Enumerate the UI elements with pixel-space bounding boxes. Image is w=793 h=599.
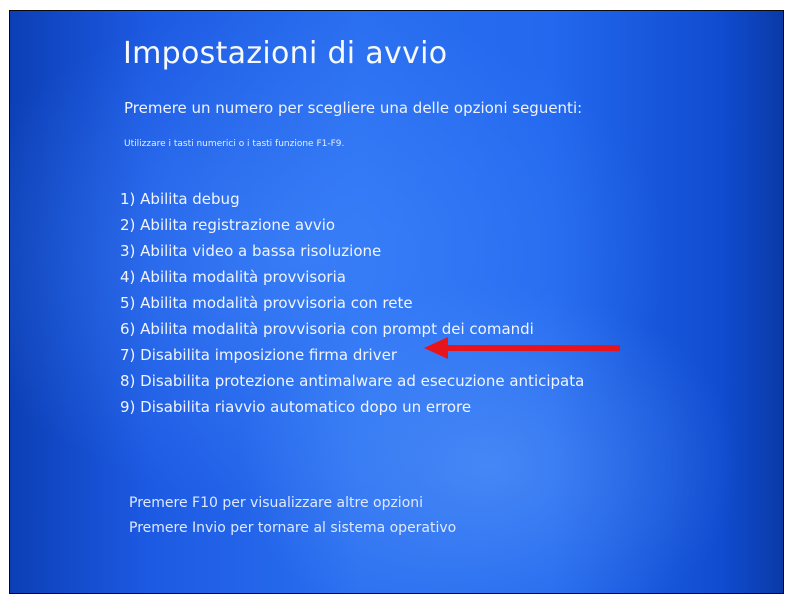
footer-instructions: Premere F10 per visualizzare altre opzio…: [129, 491, 456, 541]
instruction-text: Premere un numero per scegliere una dell…: [124, 99, 583, 117]
option-enable-safe-mode[interactable]: 4) Abilita modalità provvisoria: [120, 264, 584, 290]
option-enable-boot-logging[interactable]: 2) Abilita registrazione avvio: [120, 212, 584, 238]
arrow-shaft: [446, 345, 620, 351]
option-disable-early-launch-antimalware[interactable]: 8) Disabilita protezione antimalware ad …: [120, 368, 584, 394]
arrow-head: [424, 337, 448, 359]
option-enable-safe-mode-networking[interactable]: 5) Abilita modalità provvisoria con rete: [120, 290, 584, 316]
startup-settings-screen: Impostazioni di avvio Premere un numero …: [9, 10, 784, 594]
option-disable-auto-restart[interactable]: 9) Disabilita riavvio automatico dopo un…: [120, 394, 584, 420]
option-enable-debugging[interactable]: 1) Abilita debug: [120, 186, 584, 212]
option-enable-low-resolution-video[interactable]: 3) Abilita video a bassa risoluzione: [120, 238, 584, 264]
startup-options-list: 1) Abilita debug 2) Abilita registrazion…: [120, 186, 584, 420]
key-hint-text: Utilizzare i tasti numerici o i tasti fu…: [124, 139, 345, 149]
return-to-os-text: Premere Invio per tornare al sistema ope…: [129, 520, 457, 536]
page-title: Impostazioni di avvio: [123, 36, 448, 71]
more-options-text: Premere F10 per visualizzare altre opzio…: [129, 495, 424, 511]
arrow-left-icon: [424, 337, 620, 359]
